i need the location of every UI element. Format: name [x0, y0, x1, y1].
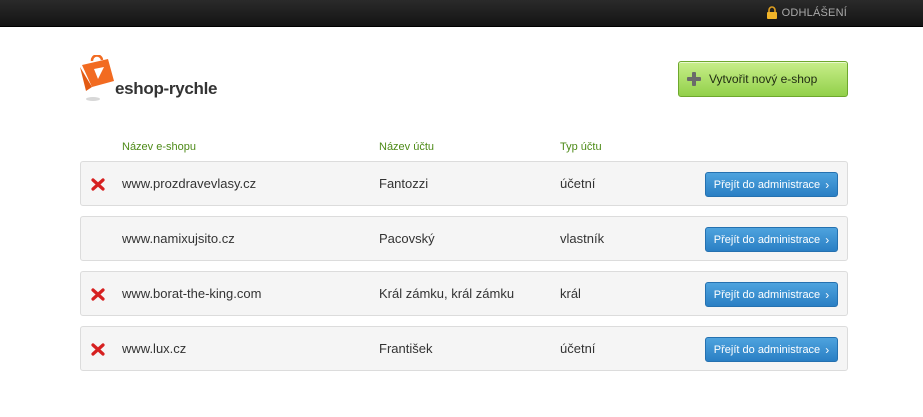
- logo[interactable]: eshop-rychle: [80, 55, 230, 105]
- account-type: účetní: [560, 176, 596, 191]
- top-bar: ODHLÁŠENÍ: [0, 0, 923, 27]
- logout-link[interactable]: ODHLÁŠENÍ: [766, 6, 847, 19]
- lock-icon: [766, 6, 777, 19]
- create-eshop-button[interactable]: Vytvořit nový e-shop: [678, 61, 848, 97]
- header-eshop-name: Název e-shopu: [122, 141, 196, 153]
- table-row: www.borat-the-king.com Král zámku, král z…: [80, 271, 848, 316]
- account-type: král: [560, 286, 581, 301]
- account-name: Pacovský: [379, 231, 435, 246]
- go-to-admin-button[interactable]: Přejít do administrace ›: [705, 227, 838, 252]
- header-account-name: Název účtu: [379, 141, 435, 153]
- go-to-admin-label: Přejít do administrace: [713, 233, 821, 246]
- eshop-name: www.namixujsito.cz: [122, 231, 235, 246]
- account-type: účetní: [560, 341, 596, 356]
- chevron-right-icon: ›: [825, 177, 830, 192]
- eshop-name: www.borat-the-king.com: [122, 286, 262, 301]
- create-eshop-label: Vytvořit nový e-shop: [709, 72, 818, 86]
- go-to-admin-button[interactable]: Přejít do administrace ›: [705, 337, 838, 362]
- table-row: www.namixujsito.cz Pacovský vlastník Přejít…: [80, 216, 848, 261]
- go-to-admin-label: Přejít do administrace: [713, 343, 821, 356]
- shopping-bag-logo: [80, 55, 114, 101]
- table-row: www.prozdravevlasy.cz Fantozzi účetní Přejí…: [80, 161, 848, 206]
- go-to-admin-button[interactable]: Přejít do administrace ›: [705, 282, 838, 307]
- eshop-name: www.prozdravevlasy.cz: [122, 176, 257, 191]
- plus-icon: [687, 72, 701, 86]
- chevron-right-icon: ›: [825, 342, 830, 357]
- delete-icon[interactable]: [91, 178, 105, 191]
- chevron-right-icon: ›: [825, 232, 830, 247]
- eshop-name: www.lux.cz: [122, 341, 187, 356]
- go-to-admin-label: Přejít do administrace: [713, 288, 821, 301]
- chevron-right-icon: ›: [825, 287, 830, 302]
- account-type: vlastník: [560, 231, 605, 246]
- delete-icon[interactable]: [91, 343, 105, 356]
- account-name: František: [379, 341, 433, 356]
- account-name: Král zámku, král zámku: [379, 286, 515, 301]
- header-account-type: Typ účtu: [560, 141, 602, 153]
- delete-icon[interactable]: [91, 288, 105, 301]
- go-to-admin-button[interactable]: Přejít do administrace ›: [705, 172, 838, 197]
- logo-text: eshop-rychle: [115, 79, 218, 98]
- go-to-admin-label: Přejít do administrace: [713, 178, 821, 191]
- account-name: Fantozzi: [379, 176, 429, 191]
- logout-label: ODHLÁŠENÍ: [781, 6, 847, 19]
- table-row: www.lux.cz František účetní Přejít do admin…: [80, 326, 848, 371]
